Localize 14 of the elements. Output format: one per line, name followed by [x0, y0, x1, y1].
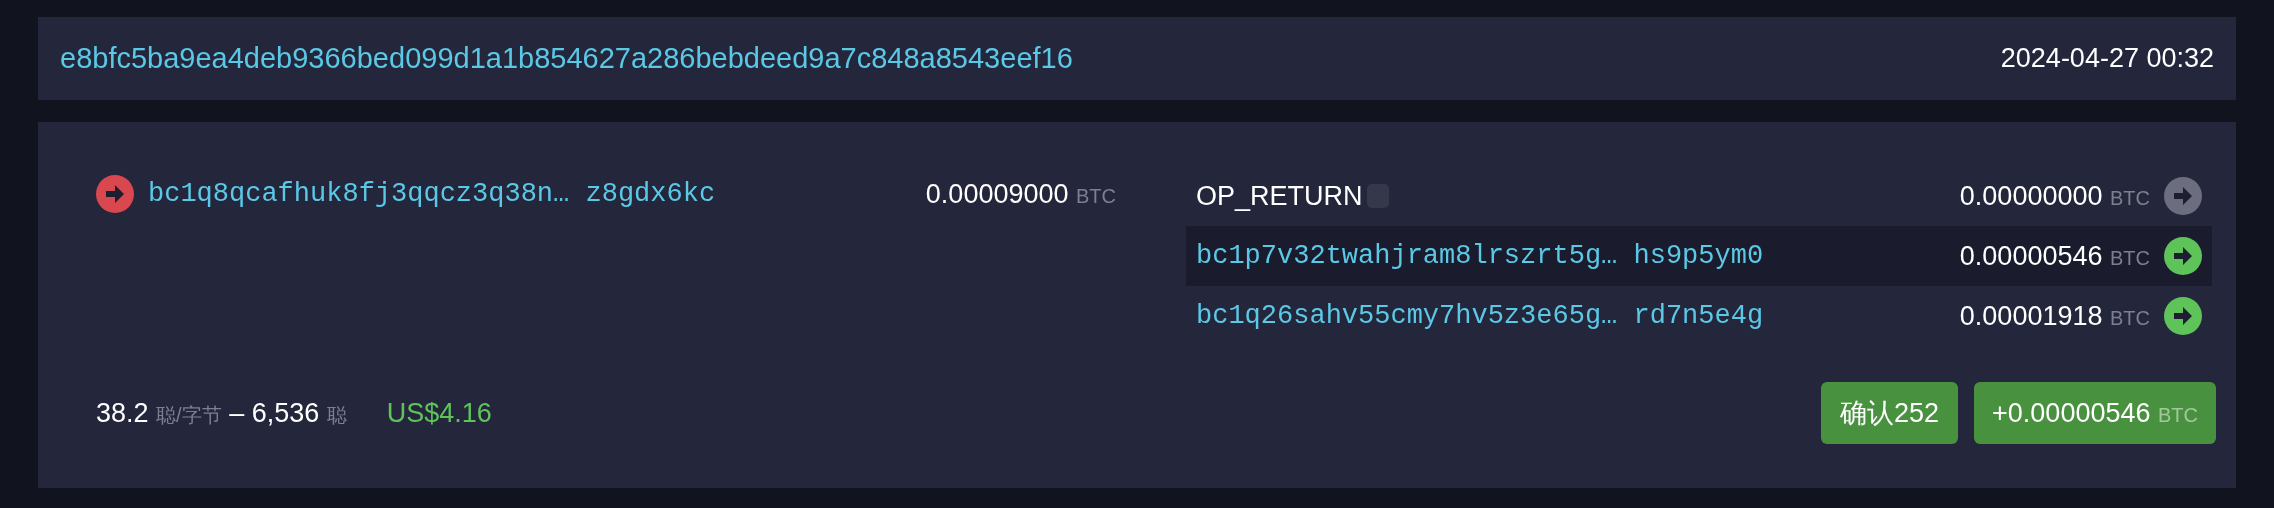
fee-text: 38.2 聪/字节 – 6,536 聪 [96, 396, 347, 430]
address-link[interactable]: bc1q26sahv55cmy7hv5z3e65g… rd7n5e4g [1196, 295, 1764, 337]
op-return-label: OP_RETURN [1196, 179, 1363, 213]
txid-link[interactable]: e8bfc5ba9ea4deb9366bed099d1a1b854627a286bebdeed9a7c848a8543eef16 [60, 36, 1073, 81]
timestamp-text: 2024-04-27 00:32 [2000, 42, 2214, 76]
total-amount-button[interactable]: +0.00000546 BTC [1974, 382, 2216, 444]
address-link[interactable]: bc1q8qcafhuk8fj3qqcz3q38n… z8gdx6kc [148, 173, 716, 215]
amount-text: 0.00009000 BTC [925, 177, 1116, 211]
amount-text: 0.00000546 BTC [1959, 239, 2150, 273]
address-link[interactable]: bc1p7v32twahjram8lrszrt5g… hs9p5ym0 [1196, 235, 1764, 277]
confirmations-button[interactable]: 确认252 [1821, 382, 1959, 444]
fiat-value-text: US$4.16 [386, 396, 492, 430]
amount-text: 0.00001918 BTC [1959, 299, 2150, 333]
amount-text: 0.00000000 BTC [1959, 179, 2150, 213]
